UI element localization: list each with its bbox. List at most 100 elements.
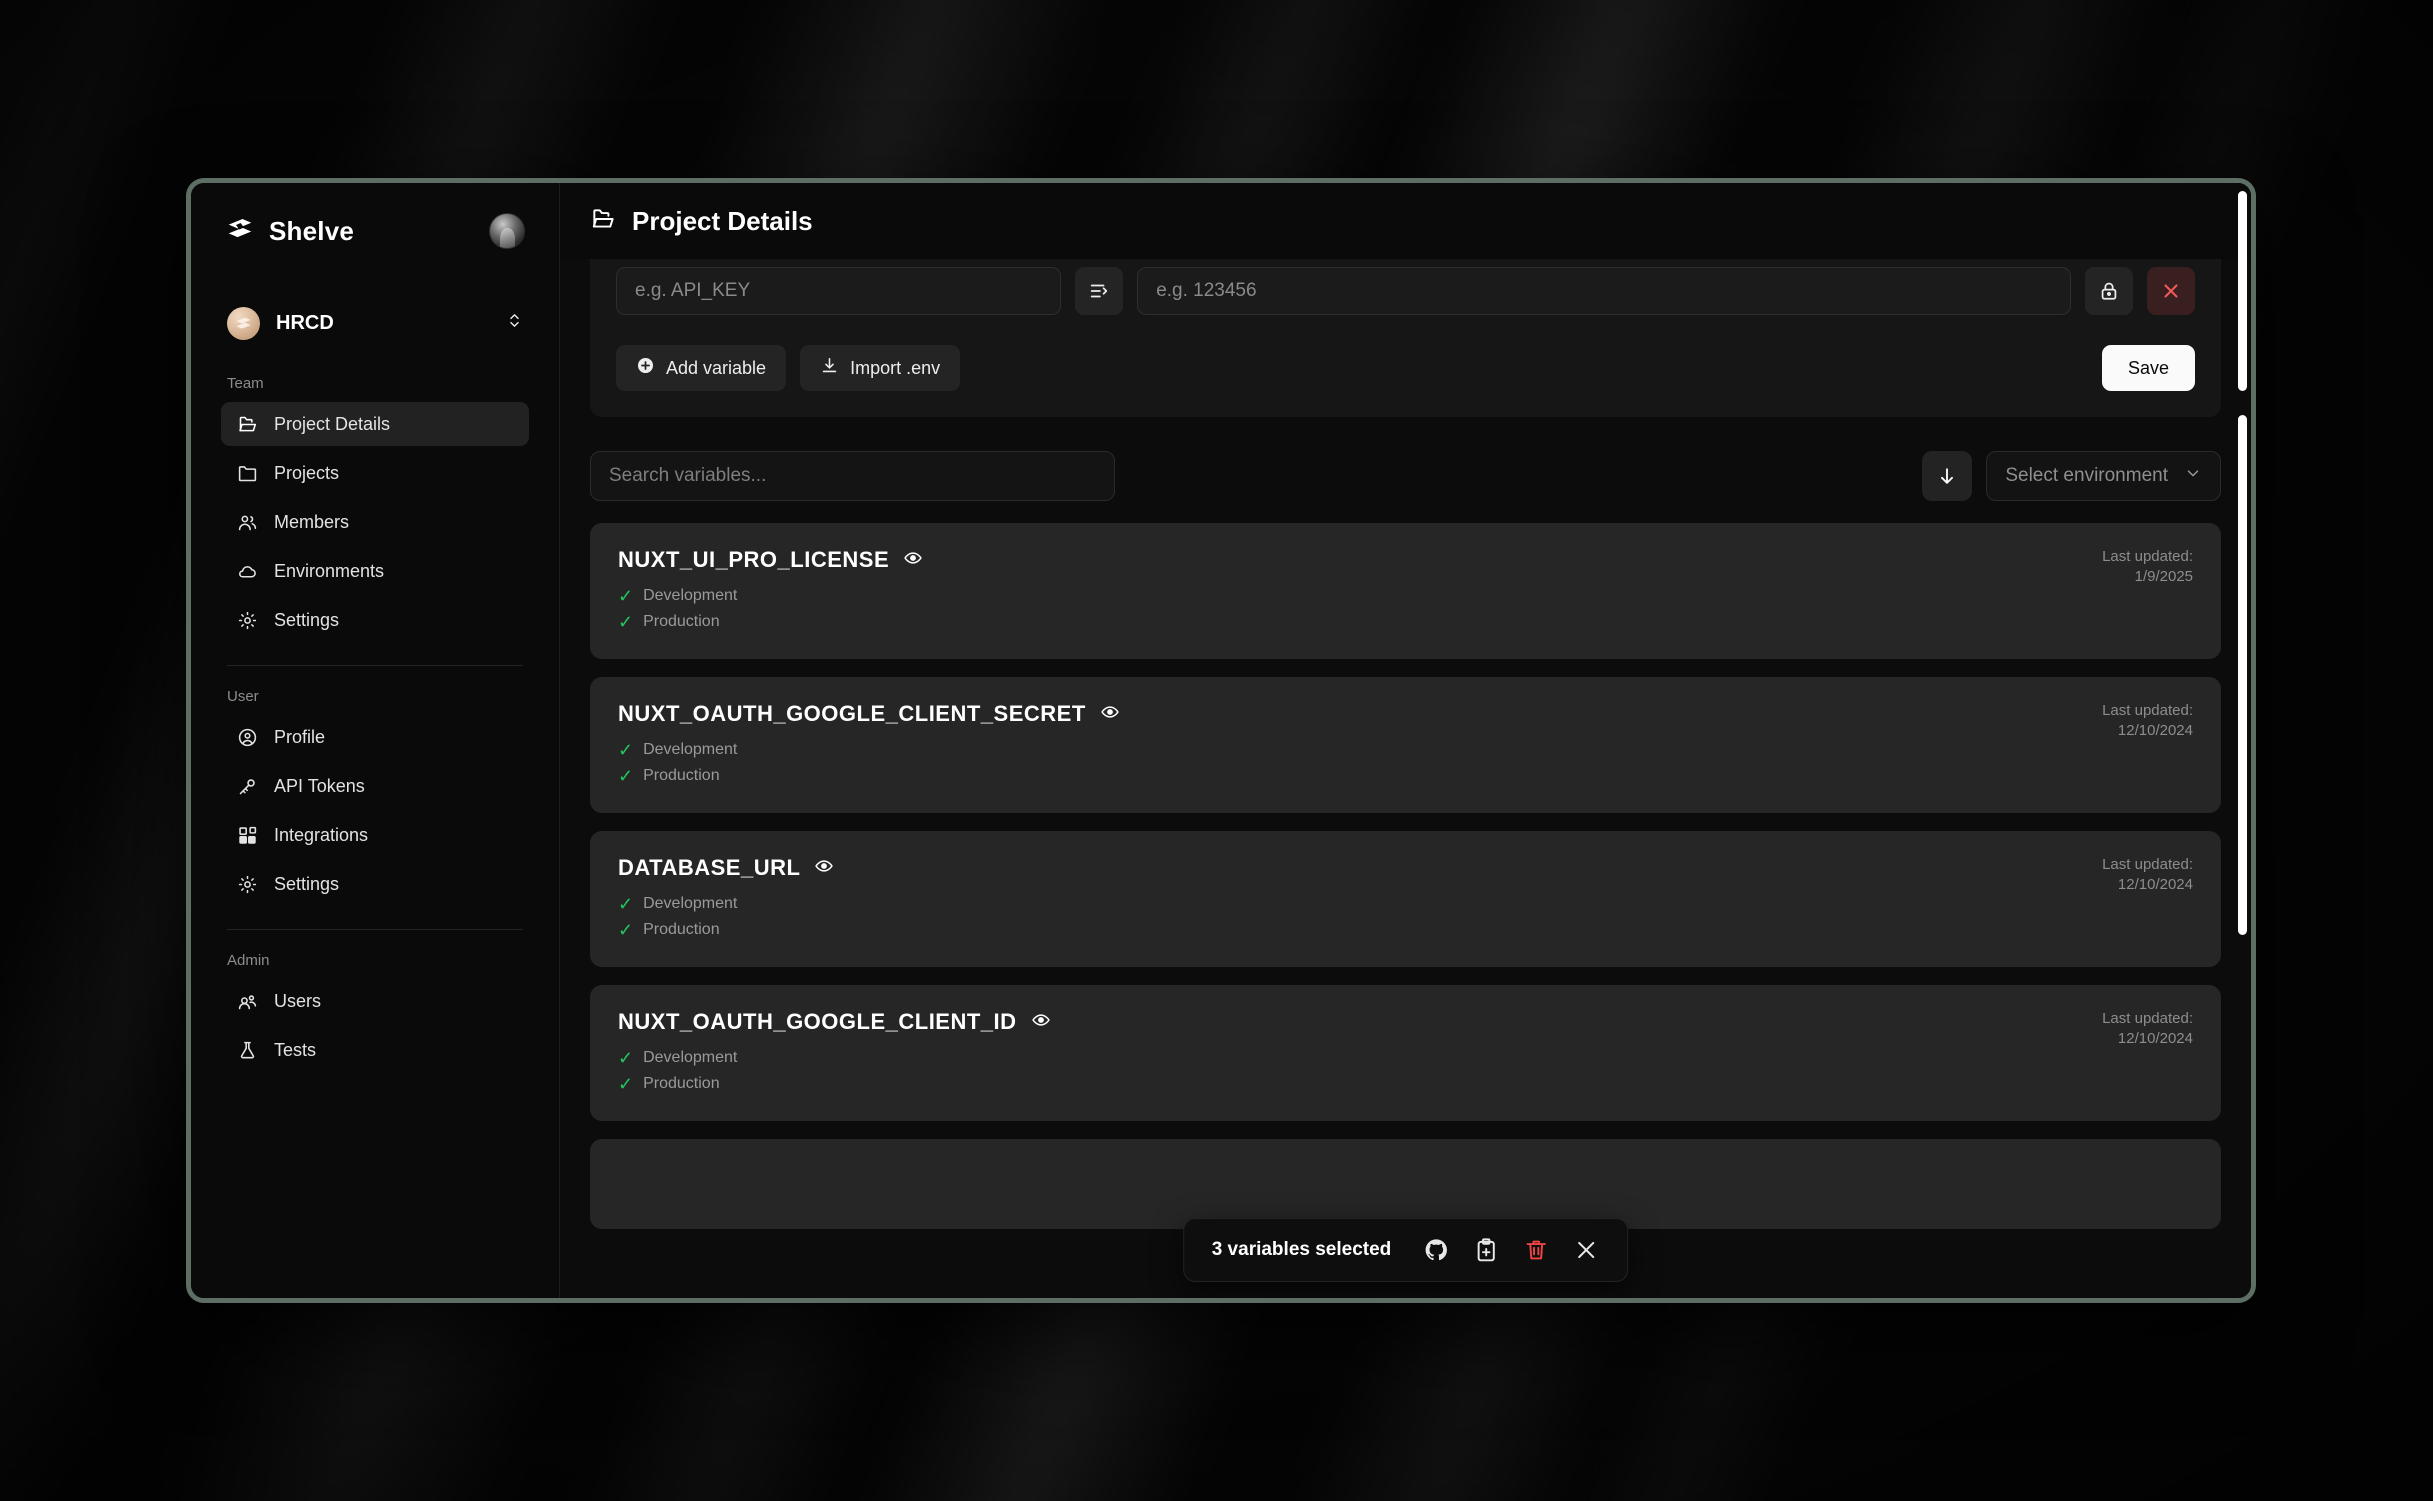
plus-circle-icon <box>636 356 655 380</box>
eye-icon[interactable] <box>903 548 923 573</box>
environment-badge: ✓ Development <box>618 741 1120 759</box>
chevron-down-icon <box>2184 464 2202 488</box>
key-icon <box>237 776 258 797</box>
last-updated: Last updated: 12/10/2024 <box>2102 1009 2193 1093</box>
scrollbar-thumb-upper[interactable] <box>2238 191 2247 391</box>
nav-group-label-user: User <box>227 688 259 705</box>
check-icon: ✓ <box>618 612 634 632</box>
flask-icon <box>237 1040 258 1061</box>
last-updated-date: 12/10/2024 <box>2117 722 2193 740</box>
sidebar-item-members[interactable]: Members <box>221 500 529 544</box>
trash-icon[interactable] <box>1523 1237 1549 1263</box>
environment-badge: ✓ Production <box>618 613 923 631</box>
variable-value-input[interactable] <box>1137 267 2071 315</box>
download-icon <box>820 356 839 380</box>
table-row[interactable] <box>590 1139 2221 1229</box>
eye-icon[interactable] <box>814 856 834 881</box>
brand-name: Shelve <box>269 215 355 246</box>
scrollbar[interactable] <box>2238 183 2247 1298</box>
variable-name: NUXT_OAUTH_GOOGLE_CLIENT_SECRET <box>618 701 1086 726</box>
github-icon[interactable] <box>1423 1237 1449 1263</box>
last-updated-date: 12/10/2024 <box>2117 876 2193 894</box>
close-x-icon[interactable] <box>1573 1237 1599 1263</box>
sidebar-item-label: Profile <box>274 726 326 747</box>
user-circle-icon <box>237 727 258 748</box>
sidebar-item-label: Project Details <box>274 413 391 434</box>
environment-name: Production <box>643 767 720 784</box>
sidebar-item-api-tokens[interactable]: API Tokens <box>221 764 529 808</box>
clipboard-plus-icon[interactable] <box>1473 1237 1499 1263</box>
import-env-button[interactable]: Import .env <box>800 345 961 391</box>
main-body: Add variable Import .env Save <box>560 259 2251 1298</box>
team-switcher[interactable]: HRCD <box>221 293 529 353</box>
environment-name: Development <box>643 1049 738 1066</box>
add-variable-button[interactable]: Add variable <box>616 345 787 391</box>
variable-list: NUXT_UI_PRO_LICENSE ✓ Development ✓ Prod… <box>590 523 2221 1229</box>
table-row[interactable]: NUXT_OAUTH_GOOGLE_CLIENT_SECRET ✓ Develo… <box>590 677 2221 813</box>
scrollbar-thumb[interactable] <box>2238 415 2247 935</box>
sidebar-item-label: Environments <box>274 560 385 581</box>
save-button[interactable]: Save <box>2101 345 2195 391</box>
sidebar-item-settings-team[interactable]: Settings <box>221 598 529 642</box>
eye-icon[interactable] <box>1100 702 1120 727</box>
table-row[interactable]: NUXT_OAUTH_GOOGLE_CLIENT_ID ✓ Developmen… <box>590 985 2221 1121</box>
last-updated-label: Last updated: <box>2102 702 2193 719</box>
page-header: Project Details <box>560 183 2251 259</box>
environment-badge: ✓ Production <box>618 767 1120 785</box>
add-variable-label: Add variable <box>666 357 767 378</box>
lock-icon[interactable] <box>2085 267 2133 315</box>
sidebar-item-label: API Tokens <box>274 775 365 796</box>
check-icon: ✓ <box>618 740 634 760</box>
environment-name: Production <box>643 1075 720 1092</box>
sidebar: Shelve HRCD Team Project Details Project… <box>191 183 560 1298</box>
sidebar-item-environments[interactable]: Environments <box>221 549 529 593</box>
sidebar-divider <box>227 665 523 666</box>
text-wrap-icon[interactable] <box>1075 267 1124 315</box>
sidebar-item-label: Settings <box>274 873 340 894</box>
search-input[interactable] <box>590 451 1115 501</box>
environment-badge: ✓ Development <box>618 895 834 913</box>
variable-name: NUXT_OAUTH_GOOGLE_CLIENT_ID <box>618 1009 1017 1034</box>
sidebar-item-project-details[interactable]: Project Details <box>221 402 529 446</box>
environment-badge: ✓ Development <box>618 587 923 605</box>
last-updated: Last updated: 1/9/2025 <box>2102 547 2193 631</box>
sidebar-item-projects[interactable]: Projects <box>221 451 529 495</box>
environment-name: Development <box>643 587 738 604</box>
sidebar-item-integrations[interactable]: Integrations <box>221 813 529 857</box>
environment-select[interactable]: Select environment <box>1986 451 2221 501</box>
eye-icon[interactable] <box>1031 1010 1051 1035</box>
user-avatar[interactable] <box>489 213 525 249</box>
check-icon: ✓ <box>618 894 634 914</box>
gear-icon <box>237 874 258 895</box>
folder-open-icon <box>237 414 258 435</box>
sidebar-item-tests[interactable]: Tests <box>221 1028 529 1072</box>
environment-name: Production <box>643 613 720 630</box>
check-icon: ✓ <box>618 1074 634 1094</box>
check-icon: ✓ <box>618 586 634 606</box>
check-icon: ✓ <box>618 920 634 940</box>
chevron-up-down-icon <box>506 312 523 334</box>
nav-group-label-team: Team <box>227 375 264 392</box>
last-updated-label: Last updated: <box>2102 1010 2193 1027</box>
last-updated-label: Last updated: <box>2102 548 2193 565</box>
last-updated-date: 12/10/2024 <box>2117 1030 2193 1048</box>
variable-key-input[interactable] <box>616 267 1062 315</box>
brand-row: Shelve <box>221 183 529 279</box>
page-title: Project Details <box>632 205 813 236</box>
check-icon: ✓ <box>618 1048 634 1068</box>
import-env-label: Import .env <box>850 357 941 378</box>
arrow-down-icon[interactable] <box>1922 451 1973 501</box>
folder-open-icon <box>590 206 616 237</box>
table-row[interactable]: DATABASE_URL ✓ Development ✓ Production … <box>590 831 2221 967</box>
sidebar-item-settings-user[interactable]: Settings <box>221 862 529 906</box>
close-x-icon[interactable] <box>2147 267 2195 315</box>
sidebar-item-profile[interactable]: Profile <box>221 715 529 759</box>
app-window: Shelve HRCD Team Project Details Project… <box>186 178 2256 1303</box>
variable-input-row <box>616 267 2195 315</box>
table-row[interactable]: NUXT_UI_PRO_LICENSE ✓ Development ✓ Prod… <box>590 523 2221 659</box>
sidebar-item-label: Integrations <box>274 824 369 845</box>
sidebar-item-users[interactable]: Users <box>221 979 529 1023</box>
last-updated-label: Last updated: <box>2102 856 2193 873</box>
sidebar-item-label: Users <box>274 990 322 1011</box>
environment-select-value: Select environment <box>2005 465 2168 486</box>
